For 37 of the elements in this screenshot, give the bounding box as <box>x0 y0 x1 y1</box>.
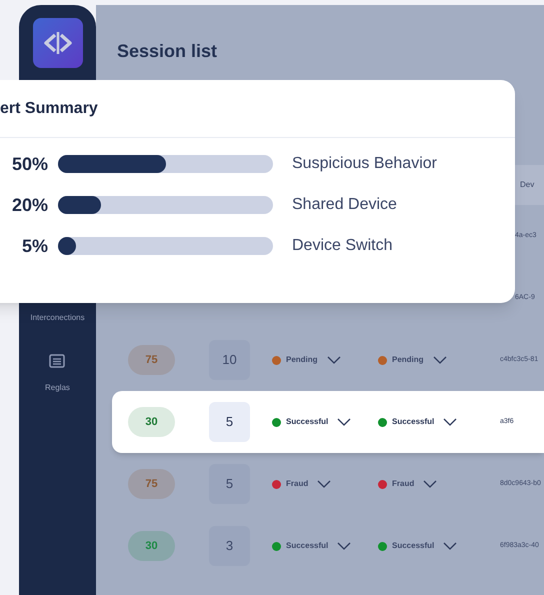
alert-label: Device Switch <box>292 236 392 256</box>
status-dropdown[interactable]: Pending <box>392 354 424 366</box>
page-title: Session list <box>117 41 218 61</box>
score-badge: 30 <box>128 407 175 437</box>
status-dropdown[interactable]: Successful <box>392 416 434 428</box>
alert-label: Shared Device <box>292 195 397 215</box>
chevron-down-icon[interactable] <box>337 542 352 550</box>
sidebar-item[interactable]: Reglas <box>45 382 70 394</box>
score-badge: 75 <box>128 345 175 375</box>
chevron-down-icon[interactable] <box>423 480 438 488</box>
status-dropdown[interactable]: Successful <box>392 540 434 552</box>
list-icon[interactable] <box>49 354 66 368</box>
percent-value: 50% <box>10 152 48 176</box>
percent-value: 20% <box>10 194 48 216</box>
percent-value: 5% <box>20 234 48 258</box>
chevron-down-icon[interactable] <box>317 480 332 488</box>
status-dropdown[interactable]: Successful <box>286 416 328 428</box>
chevron-down-icon[interactable] <box>443 542 458 550</box>
chevron-down-icon[interactable] <box>432 356 447 364</box>
card-title: ert Summary <box>0 98 98 118</box>
status-dropdown[interactable]: Fraud <box>286 478 308 490</box>
count-cell: 3 <box>209 526 250 566</box>
count-cell: 10 <box>209 340 250 380</box>
count-cell: 5 <box>209 464 250 504</box>
chevron-down-icon[interactable] <box>326 356 341 364</box>
column-header: Dev <box>520 179 536 191</box>
status-dropdown[interactable]: Pending <box>286 354 318 366</box>
chevron-down-icon[interactable] <box>443 418 458 426</box>
alert-label: Suspicious Behavior <box>292 154 437 174</box>
logo-icon <box>32 18 82 68</box>
score-badge: 30 <box>128 531 175 561</box>
sidebar-item[interactable]: Interconections <box>30 312 85 324</box>
count-cell: 5 <box>209 402 250 442</box>
chevron-down-icon[interactable] <box>337 418 352 426</box>
status-dropdown[interactable]: Fraud <box>392 478 414 490</box>
score-badge: 75 <box>128 469 175 499</box>
status-dropdown[interactable]: Successful <box>286 540 328 552</box>
